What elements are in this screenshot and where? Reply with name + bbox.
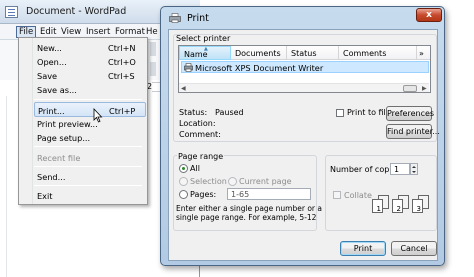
menu-separator [34,185,142,186]
find-printer-button[interactable]: Find printer... [386,124,440,139]
column-overflow[interactable]: » [417,46,430,60]
column-label: Comments [343,49,387,58]
collate-checkbox [333,191,341,199]
menu-item-label: Page setup... [37,133,91,143]
menu-item-print-preview[interactable]: Print preview... [34,116,146,131]
mouse-cursor-icon [93,108,103,123]
location-label: Location: [179,119,216,128]
menu-item-shortcut: Ctrl+O [108,57,136,67]
collate-page-icon: 1 [372,199,383,213]
menu-item-save-as[interactable]: Save as... [34,82,146,97]
status-label: Status: [179,108,208,117]
copies-spinner[interactable] [410,163,418,175]
printer-row-selected[interactable]: Microsoft XPS Document Writer [181,61,429,73]
menu-item-label: New... [37,43,62,53]
range-pages-label: Pages: [190,190,217,199]
page-range-label: Page range [177,152,225,161]
menu-item-new[interactable]: New... Ctrl+N [34,40,146,55]
menu-separator [34,99,142,100]
menu-item-recent-file: Recent file [34,150,146,165]
menu-item-label: Print... [38,106,65,116]
preferences-button[interactable]: Preferences [386,106,434,121]
menu-item-label: Print preview... [37,119,98,129]
menu-item-exit[interactable]: Exit [34,188,146,203]
close-button[interactable]: x [416,8,442,22]
column-label: Status [291,49,317,58]
menu-item-open[interactable]: Open... Ctrl+O [34,54,146,69]
menu-item-shortcut: Ctrl+P [109,106,136,116]
range-current-page-radio [228,177,237,186]
menu-item-print[interactable]: Print... Ctrl+P [34,102,146,117]
status-value: Paused [215,108,244,117]
collate-page-icon: 2 [392,199,403,213]
menu-gutter [19,38,33,204]
toolbar-handle [150,42,156,56]
scroll-right-icon[interactable]: ▶ [422,85,427,92]
column-label: Documents [235,49,281,58]
page-range-hint: Enter either a single page number or a s… [176,204,322,222]
wordpad-title: Document - WordPad [26,6,127,17]
menu-separator [34,146,142,147]
dialog-title: Print [187,13,209,24]
printer-icon [169,13,181,23]
column-name[interactable]: ▲ Name [179,46,231,60]
column-documents[interactable]: Documents [231,46,287,60]
copies-input[interactable]: 1 [390,163,410,175]
print-button[interactable]: Print [340,241,386,256]
chevron-right-icon: » [419,49,424,58]
scroll-left-icon[interactable]: ◀ [181,85,186,92]
menu-item-label: Save as... [37,85,77,95]
column-status[interactable]: Status [287,46,339,60]
scroll-thumb[interactable] [403,85,417,92]
menu-item-label: Save [37,71,58,81]
column-comments[interactable]: Comments [339,46,417,60]
menu-separator [34,166,142,167]
range-selection-radio [179,177,188,186]
menu-item-label: Recent file [37,153,81,163]
menu-item-label: Open... [37,57,67,67]
close-icon: x [426,10,432,20]
menu-item-label: Send... [37,172,66,182]
collate-page-icon: 3 [412,199,423,213]
printer-list[interactable]: ▲ Name Documents Status Comments » Micro… [178,45,431,93]
comment-label: Comment: [179,130,221,139]
menu-item-shortcut: Ctrl+N [108,43,136,53]
menu-item-shortcut: Ctrl+S [108,71,135,81]
menu-item-page-setup[interactable]: Page setup... [34,130,146,145]
print-to-file-label: Print to file [347,108,391,117]
range-current-page-label: Current page [239,177,292,186]
cancel-button[interactable]: Cancel [391,241,437,256]
range-all-radio[interactable] [179,164,188,173]
printer-icon [184,63,193,72]
range-selection-label: Selection [190,177,227,186]
menu-item-send[interactable]: Send... [34,169,146,184]
pages-input[interactable]: 1-65 [227,188,311,200]
horizontal-scrollbar[interactable]: ◀ ▶ [179,83,429,92]
collate-label: Collate [344,191,372,200]
print-to-file-checkbox[interactable] [336,109,344,117]
menu-item-save[interactable]: Save Ctrl+S [34,68,146,83]
menu-item-label: Exit [37,191,53,201]
range-pages-radio[interactable] [179,190,188,199]
select-printer-label: Select printer [176,34,231,43]
toolbar-handle [150,62,156,76]
printer-name: Microsoft XPS Document Writer [195,63,324,73]
sort-up-icon: ▲ [204,46,208,52]
wordpad-app-icon [5,6,18,18]
range-all-label: All [190,164,200,173]
